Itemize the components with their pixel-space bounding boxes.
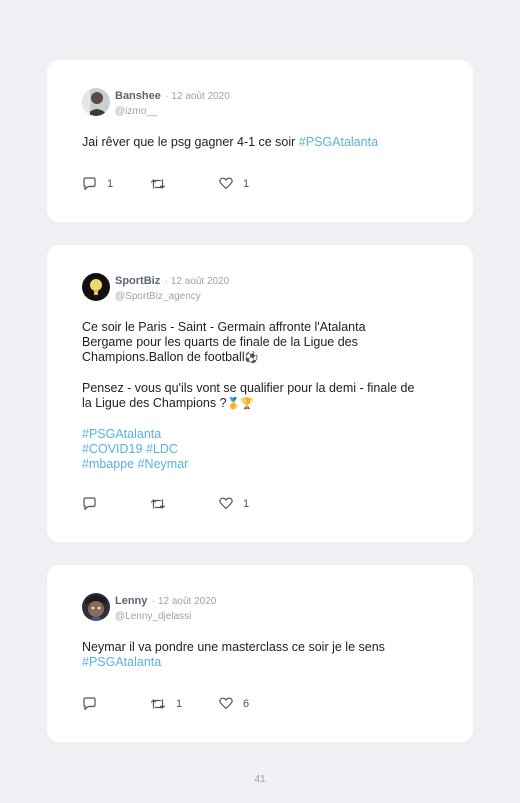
post-text: Neymar il va pondre une masterclass ce s… bbox=[82, 640, 444, 670]
text-line: Bergame pour les quarts de finale de la … bbox=[82, 335, 358, 349]
text-line-content: Champions.Ballon de football bbox=[82, 350, 245, 364]
author-handle[interactable]: @Lenny_djelassi bbox=[115, 611, 191, 622]
like-button[interactable]: 6 bbox=[219, 697, 249, 710]
trophy-emoji: 🏆 bbox=[240, 398, 254, 410]
heart-icon bbox=[219, 497, 233, 510]
post-card: Lenny · 12 août 2020 @Lenny_djelassi Ney… bbox=[47, 565, 473, 742]
football-emoji: ⚽ bbox=[244, 352, 259, 364]
hashtag-link[interactable]: #PSGAtalanta bbox=[299, 135, 378, 149]
reply-button[interactable] bbox=[82, 497, 107, 511]
like-count: 6 bbox=[243, 697, 250, 710]
hashtag-link[interactable]: #COVID19 bbox=[82, 442, 142, 456]
reply-icon bbox=[82, 697, 97, 711]
text-line: Ce soir le Paris - Saint - Germain affro… bbox=[82, 320, 366, 334]
retweet-count: 1 bbox=[176, 698, 183, 710]
like-button[interactable]: 1 bbox=[219, 497, 249, 510]
reply-icon bbox=[82, 177, 97, 191]
text-line: la Ligue des Champions ?🥇🏆 bbox=[82, 396, 444, 412]
author-handle[interactable]: @izmo__ bbox=[115, 106, 157, 117]
heart-icon bbox=[219, 697, 233, 710]
avatar[interactable] bbox=[82, 88, 110, 116]
retweet-button[interactable]: 1 bbox=[150, 697, 182, 711]
post-header: Banshee · 12 août 2020 @izmo__ bbox=[82, 88, 230, 118]
hashtag-link[interactable]: #LDC bbox=[146, 442, 178, 456]
reply-count: 1 bbox=[107, 178, 114, 190]
post-header: Lenny · 12 août 2020 @Lenny_djelassi bbox=[82, 593, 216, 623]
post-card: SportBiz · 12 août 2020 @SportBiz_agency… bbox=[47, 245, 473, 542]
post-date: · 12 août 2020 bbox=[151, 596, 217, 607]
hashtag-link[interactable]: #PSGAtalanta bbox=[82, 427, 161, 441]
retweet-icon bbox=[150, 697, 166, 711]
hashtag-link[interactable]: #mbappe bbox=[82, 457, 134, 471]
post-card: Banshee · 12 août 2020 @izmo__ Jai rêver… bbox=[47, 60, 473, 222]
heart-icon bbox=[219, 177, 233, 190]
retweet-icon bbox=[150, 177, 166, 191]
hashtag-link[interactable]: #Neymar bbox=[138, 457, 189, 471]
author-name[interactable]: SportBiz bbox=[115, 275, 160, 287]
like-count: 1 bbox=[243, 177, 250, 190]
post-header: SportBiz · 12 août 2020 @SportBiz_agency bbox=[82, 273, 229, 303]
reply-icon bbox=[82, 497, 97, 511]
text-line: Champions.Ballon de football⚽ bbox=[82, 350, 444, 366]
page-number: 41 bbox=[254, 774, 266, 785]
author-name[interactable]: Banshee bbox=[115, 90, 161, 102]
text-line: Neymar il va pondre une masterclass ce s… bbox=[82, 640, 385, 654]
like-button[interactable]: 1 bbox=[219, 177, 249, 190]
text-line-content: la Ligue des Champions ? bbox=[82, 396, 227, 410]
author-name[interactable]: Lenny bbox=[115, 595, 147, 607]
retweet-icon bbox=[150, 497, 166, 511]
reply-button[interactable] bbox=[82, 697, 107, 711]
medal-emoji: 🥇 bbox=[226, 398, 241, 410]
hashtag-link[interactable]: #PSGAtalanta bbox=[82, 655, 161, 669]
reply-button[interactable]: 1 bbox=[82, 177, 113, 191]
retweet-button[interactable] bbox=[150, 497, 176, 511]
post-date: · 12 août 2020 bbox=[165, 91, 230, 102]
retweet-button[interactable] bbox=[150, 177, 176, 191]
avatar[interactable] bbox=[82, 273, 110, 301]
post-text: Ce soir le Paris - Saint - Germain affro… bbox=[82, 320, 444, 472]
author-handle[interactable]: @SportBiz_agency bbox=[115, 291, 201, 302]
post-text: Jai rêver que le psg gagner 4-1 ce soir … bbox=[82, 135, 444, 150]
post-date: · 12 août 2020 bbox=[164, 276, 230, 287]
text-line: Pensez - vous qu'ils vont se qualifier p… bbox=[82, 381, 415, 395]
avatar[interactable] bbox=[82, 593, 110, 621]
like-count: 1 bbox=[243, 497, 250, 510]
post-text-content: Jai rêver que le psg gagner 4-1 ce soir bbox=[82, 135, 299, 149]
